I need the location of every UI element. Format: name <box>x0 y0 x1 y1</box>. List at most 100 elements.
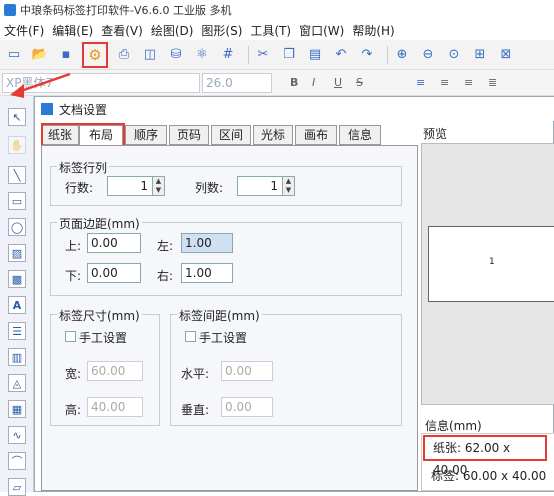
zoom-out-icon[interactable]: ⊖ <box>418 45 438 65</box>
vertical-gap-input[interactable]: 0.00 <box>221 397 273 417</box>
new-icon[interactable]: ▭ <box>4 45 24 65</box>
cut-icon[interactable]: ✂ <box>253 45 273 65</box>
preview-icon[interactable]: ◫ <box>140 45 160 65</box>
title-bar: 中琅条码标签打印软件-V6.6.0 工业版 多机 <box>0 0 554 20</box>
curve-tool-icon[interactable]: ∿ <box>8 426 26 444</box>
height-input[interactable]: 40.00 <box>87 397 143 417</box>
document-settings-dialog: 文档设置 纸张 布局 顺序 页码 区间 光标 画布 信息 标签行列 行数: 1 … <box>34 96 554 492</box>
menu-window[interactable]: 窗口(W) <box>299 22 344 39</box>
group-label: 标签尺寸(mm) <box>57 307 142 324</box>
preview-label-number: 1 <box>489 257 495 267</box>
gap-manual-checkbox[interactable] <box>185 331 196 342</box>
rows-input[interactable]: 1 <box>107 176 153 196</box>
justify-icon[interactable]: ≣ <box>488 76 497 89</box>
group-label: 标签间距(mm) <box>177 307 262 324</box>
select-tool-icon[interactable]: ↖ <box>8 108 26 126</box>
pan-tool-icon[interactable]: ✋ <box>8 136 26 154</box>
text-tool-icon[interactable]: A <box>8 296 26 314</box>
bottom-margin-label: 下: <box>65 269 82 283</box>
menu-shape[interactable]: 图形(S) <box>201 22 242 39</box>
qrcode-tool-icon[interactable]: ▦ <box>8 400 26 418</box>
fit-page-icon[interactable]: ⊠ <box>496 45 516 65</box>
vertical-gap-label: 垂直: <box>181 403 210 417</box>
left-margin-input[interactable]: 1.00 <box>181 233 233 253</box>
copy-icon[interactable]: ❐ <box>279 45 299 65</box>
menu-file[interactable]: 文件(F) <box>4 22 44 39</box>
barcode-tool-icon[interactable]: ▥ <box>8 348 26 366</box>
ellipse-tool-icon[interactable]: ◯ <box>8 218 26 236</box>
fit-icon[interactable]: ⊞ <box>470 45 490 65</box>
window-title: 中琅条码标签打印软件-V6.6.0 工业版 多机 <box>20 4 232 17</box>
menu-bar: 文件(F) 编辑(E) 查看(V) 绘图(D) 图形(S) 工具(T) 窗口(W… <box>0 20 554 40</box>
shape-tool-icon[interactable]: ◬ <box>8 374 26 392</box>
font-family-select[interactable]: XP黑体7 <box>2 73 200 93</box>
zoom-icon[interactable]: ⊙ <box>444 45 464 65</box>
strike-button[interactable]: S <box>356 76 363 89</box>
info-label: 信息(mm) <box>425 419 482 433</box>
label-gap-group: 标签间距(mm) 手工设置 水平: 0.00 垂直: 0.00 <box>170 307 402 426</box>
picture-tool-icon[interactable]: ▩ <box>8 270 26 288</box>
right-margin-input[interactable]: 1.00 <box>181 263 233 283</box>
cols-label: 列数: <box>195 181 224 195</box>
height-label: 高: <box>65 403 82 417</box>
bold-button[interactable]: B <box>290 76 298 89</box>
print-icon[interactable]: ⎙ <box>114 45 134 65</box>
undo-icon[interactable]: ↶ <box>331 45 351 65</box>
align-center-icon[interactable]: ≡ <box>440 76 449 89</box>
horizontal-gap-input[interactable]: 0.00 <box>221 361 273 381</box>
bottom-margin-input[interactable]: 0.00 <box>87 263 141 283</box>
polygon-tool-icon[interactable]: ▱ <box>8 478 26 496</box>
align-right-icon[interactable]: ≡ <box>464 76 473 89</box>
italic-button[interactable]: I <box>312 76 315 89</box>
underline-button[interactable]: U <box>334 76 342 89</box>
top-margin-label: 上: <box>65 239 82 253</box>
separator <box>387 45 388 64</box>
tab-cursor[interactable]: 光标 <box>253 125 293 145</box>
menu-edit[interactable]: 编辑(E) <box>52 22 93 39</box>
layout-panel: 标签行列 行数: 1 ▲ ▼ 列数: 1 ▲ ▼ 页面边距(mm) 上: 0.00 … <box>41 145 418 491</box>
image-tool-icon[interactable]: ▨ <box>8 244 26 262</box>
document-settings-button[interactable]: ⚙ <box>82 41 108 68</box>
font-bar: XP黑体7 26.0 B I U S ≡ ≡ ≡ ≣ <box>0 70 554 96</box>
right-margin-label: 右: <box>157 269 174 283</box>
align-left-icon[interactable]: ≡ <box>416 76 425 89</box>
arc-tool-icon[interactable]: ⌒ <box>8 452 26 470</box>
size-manual-checkbox[interactable] <box>65 331 76 342</box>
menu-view[interactable]: 查看(V) <box>101 22 143 39</box>
open-icon[interactable]: 📂 <box>30 45 50 65</box>
tab-order[interactable]: 顺序 <box>125 125 167 145</box>
width-label: 宽: <box>65 367 82 381</box>
dialog-title: 文档设置 <box>59 102 108 117</box>
zoom-in-icon[interactable]: ⊕ <box>392 45 412 65</box>
cols-input[interactable]: 1 <box>237 176 283 196</box>
database-icon[interactable]: ⛁ <box>166 45 186 65</box>
menu-help[interactable]: 帮助(H) <box>352 22 394 39</box>
paste-icon[interactable]: ▤ <box>305 45 325 65</box>
top-margin-input[interactable]: 0.00 <box>87 233 141 253</box>
menu-draw[interactable]: 绘图(D) <box>151 22 194 39</box>
rect-tool-icon[interactable]: ▭ <box>8 192 26 210</box>
font-size-select[interactable]: 26.0 <box>202 73 272 93</box>
tool-sidebar: ↖ ✋ ╲ ▭ ◯ ▨ ▩ A ☰ ▥ ◬ ▦ ∿ ⌒ ▱ <box>0 96 34 496</box>
cols-spinner[interactable]: ▲ ▼ <box>283 176 295 196</box>
preview-area: 1 <box>421 143 554 405</box>
redo-icon[interactable]: ↷ <box>357 45 377 65</box>
group-label: 标签行列 <box>57 159 110 176</box>
gap-manual-label: 手工设置 <box>199 331 248 345</box>
width-input[interactable]: 60.00 <box>87 361 143 381</box>
tab-highlight-box <box>41 123 125 147</box>
tab-range[interactable]: 区间 <box>211 125 251 145</box>
db-settings-icon[interactable]: ⚛ <box>192 45 212 65</box>
tab-canvas[interactable]: 画布 <box>295 125 337 145</box>
tab-page-number[interactable]: 页码 <box>169 125 209 145</box>
toolbar: ▭ 📂 ▪ ⚙ ⎙ ◫ ⛁ ⚛ # ✂ ❐ ▤ ↶ ↷ ⊕ ⊖ ⊙ ⊞ ⊠ <box>0 40 554 70</box>
menu-tools[interactable]: 工具(T) <box>250 22 291 39</box>
rows-spinner[interactable]: ▲ ▼ <box>153 176 165 196</box>
margins-group: 页面边距(mm) 上: 0.00 左: 1.00 下: 0.00 右: 1.00 <box>50 215 402 296</box>
grid-icon[interactable]: # <box>218 45 238 65</box>
save-icon[interactable]: ▪ <box>56 45 76 65</box>
separator <box>248 45 249 64</box>
tab-info[interactable]: 信息 <box>339 125 381 145</box>
rich-text-tool-icon[interactable]: ☰ <box>8 322 26 340</box>
line-tool-icon[interactable]: ╲ <box>8 166 26 184</box>
